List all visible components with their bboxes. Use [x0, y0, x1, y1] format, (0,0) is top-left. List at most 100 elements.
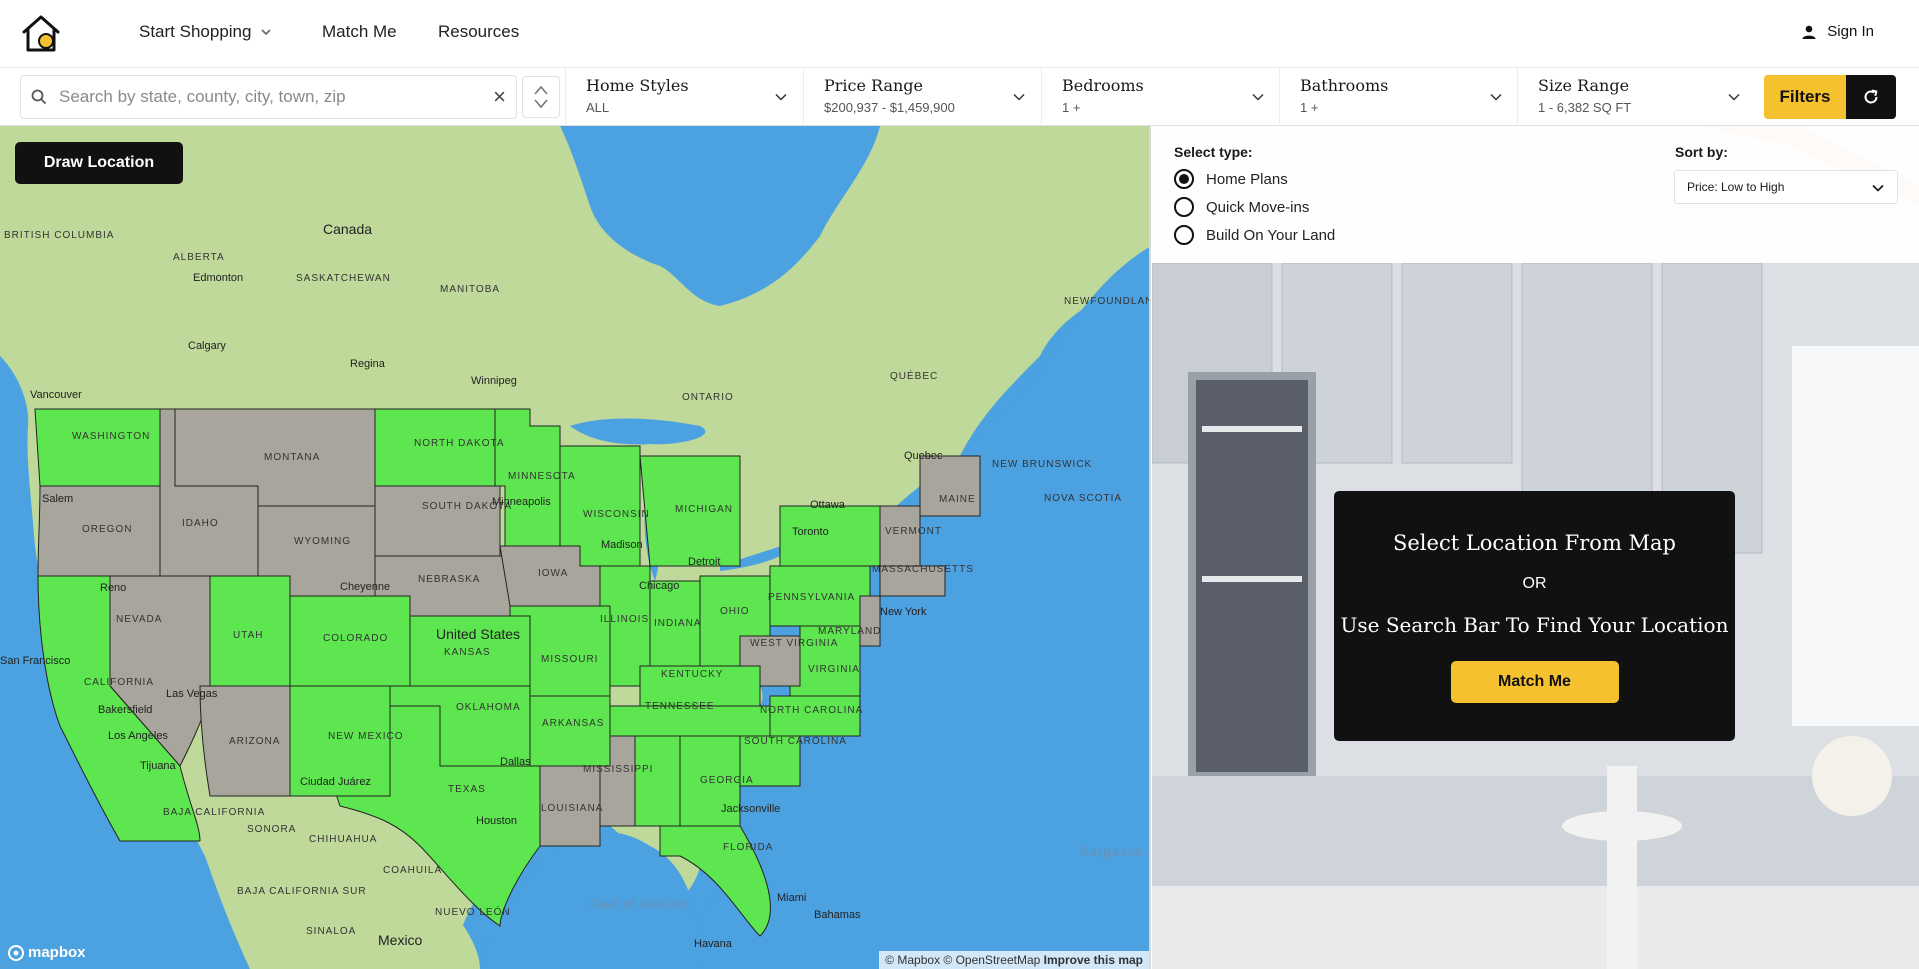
map-label-idaho: IDAHO [182, 518, 219, 529]
map-label-oregon: OREGON [82, 524, 133, 535]
select-location-text: Select Location From Map [1392, 531, 1676, 555]
state-new-jersey [859, 595, 881, 647]
map-label-quebec: QUÉBEC [890, 371, 939, 382]
filter-value: ALL [586, 100, 610, 115]
map-label-canada: Canada [323, 221, 373, 237]
map-label-coahuila: COAHUILA [383, 865, 443, 876]
attribution-text[interactable]: © Mapbox © OpenStreetMap [885, 953, 1040, 967]
results-panel: Select type: Home Plans Quick Move-ins B… [1152, 126, 1919, 969]
sign-in-button[interactable]: Sign In [1801, 23, 1874, 40]
home-logo-icon[interactable] [20, 14, 62, 54]
map-label-iowa: IOWA [538, 568, 569, 579]
state-south-dakota [374, 485, 501, 557]
map-attribution: © Mapbox © OpenStreetMap Improve this ma… [879, 951, 1149, 969]
map-city-winnipeg: Winnipeg [471, 375, 517, 387]
state-arkansas [529, 695, 611, 767]
radio-label: Build On Your Land [1206, 226, 1336, 244]
refresh-icon [1864, 89, 1878, 104]
map-city-ottawa: Ottawa [810, 499, 845, 511]
chevron-down-icon [775, 93, 787, 101]
sort-value: Price: Low to High [1687, 180, 1785, 194]
filter-bathrooms[interactable]: Bathrooms 1 + [1279, 68, 1517, 126]
map-label-virginia: VIRGINIA [808, 664, 860, 675]
map-view[interactable]: Draw Location Canada United States Mexic… [0, 126, 1151, 969]
radio-quick-move-ins[interactable]: Quick Move-ins [1174, 197, 1309, 217]
radio-unselected-icon [1174, 197, 1194, 217]
map-label-ontario: ONTARIO [682, 392, 734, 403]
map-label-chihuahua: CHIHUAHUA [309, 834, 378, 845]
chevron-down-icon [1252, 93, 1264, 101]
select-type-label: Select type: [1174, 144, 1253, 160]
type-sort-box: Select type: Home Plans Quick Move-ins B… [1152, 126, 1919, 263]
use-search-text: Use Search Bar To Find Your Location [1340, 613, 1729, 637]
map-label-vermont: VERMONT [885, 526, 942, 537]
search-input[interactable]: Search by state, county, city, town, zip… [20, 75, 517, 119]
map-city-madison: Madison [601, 539, 643, 551]
map-label-mexico: Mexico [378, 932, 423, 948]
sort-select[interactable]: Price: Low to High [1674, 170, 1898, 204]
map-label-maine: MAINE [939, 494, 976, 505]
map-label-oklahoma: OKLAHOMA [456, 702, 521, 713]
map-label-illinois: ILLINOIS [600, 614, 650, 625]
map-city-jacksonville: Jacksonville [721, 803, 781, 815]
sort-by-label: Sort by: [1675, 144, 1728, 160]
map-label-united-states: United States [436, 626, 521, 642]
draw-location-button[interactable]: Draw Location [15, 142, 183, 184]
nav-start-shopping[interactable]: Start Shopping [139, 22, 273, 42]
map-label-georgia: GEORGIA [700, 775, 754, 786]
map-label-washington: WASHINGTON [72, 431, 151, 442]
expand-collapse-button[interactable] [522, 76, 560, 118]
nav-match-me[interactable]: Match Me [322, 22, 397, 42]
nav-start-shopping-label: Start Shopping [139, 22, 252, 41]
map-label-new-mexico: NEW MEXICO [328, 731, 404, 742]
map-label-wyoming: WYOMING [294, 536, 351, 547]
filter-price-range[interactable]: Price Range $200,937 - $1,459,900 [803, 68, 1040, 126]
radio-home-plans[interactable]: Home Plans [1174, 169, 1288, 189]
filter-value: $200,937 - $1,459,900 [824, 100, 955, 115]
map-label-north-dakota: NORTH DAKOTA [414, 438, 505, 449]
radio-unselected-icon [1174, 225, 1194, 245]
improve-map-link[interactable]: Improve this map [1044, 953, 1143, 967]
filter-size-range[interactable]: Size Range 1 - 6,382 SQ FT [1517, 68, 1755, 126]
map-label-saskatchewan: SASKATCHEWAN [296, 273, 391, 284]
radio-build-on-your-land[interactable]: Build On Your Land [1174, 225, 1335, 245]
state-alabama [634, 735, 681, 827]
map-label-gulf: Gulf of Mexico [590, 896, 688, 911]
radio-label: Home Plans [1206, 170, 1288, 188]
map-label-maryland: MARYLAND [818, 626, 882, 637]
chevron-down-icon [1490, 93, 1502, 101]
match-me-button[interactable]: Match Me [1450, 661, 1619, 703]
map-city-minneapolis: Minneapolis [492, 496, 551, 508]
map-city-vancouver: Vancouver [30, 389, 82, 401]
map-label-florida: FLORIDA [723, 842, 774, 853]
state-washington [34, 408, 161, 487]
nav-resources[interactable]: Resources [438, 22, 519, 42]
mapbox-logo[interactable]: mapbox [8, 944, 86, 961]
clear-search-icon[interactable]: × [493, 84, 506, 110]
map-city-detroit: Detroit [688, 556, 721, 568]
map-label-kentucky: KENTUCKY [661, 669, 724, 680]
refresh-button[interactable] [1846, 75, 1896, 119]
filter-home-styles[interactable]: Home Styles ALL [565, 68, 802, 126]
up-down-chevron-icon [534, 85, 548, 109]
map-city-houston: Houston [476, 815, 517, 827]
map-label-arkansas: ARKANSAS [542, 718, 605, 729]
filter-value: 1 + [1300, 100, 1319, 115]
mapbox-label: mapbox [28, 944, 86, 961]
filters-button[interactable]: Filters [1764, 75, 1846, 119]
map-city-bakersfield: Bakersfield [98, 704, 153, 716]
map-label-sonora: SONORA [247, 824, 297, 835]
map-label-arizona: ARIZONA [229, 736, 281, 747]
map-label-north-carolina: NORTH CAROLINA [760, 705, 864, 716]
map-label-tennessee: TENNESSEE [645, 701, 715, 712]
map-label-new-brunswick: NEW BRUNSWICK [992, 459, 1093, 470]
select-location-prompt: Select Location From Map OR Use Search B… [1334, 491, 1735, 741]
map-city-san-francisco: San Francisco [0, 655, 71, 667]
filter-bedrooms[interactable]: Bedrooms 1 + [1041, 68, 1279, 126]
map-city-toronto: Toronto [792, 526, 829, 538]
map-label-nebraska: NEBRASKA [418, 574, 481, 585]
filter-value: 1 - 6,382 SQ FT [1538, 100, 1632, 115]
filter-value: 1 + [1062, 100, 1081, 115]
map-label-nevada: NEVADA [116, 614, 163, 625]
map-label-michigan: MICHIGAN [675, 504, 733, 515]
